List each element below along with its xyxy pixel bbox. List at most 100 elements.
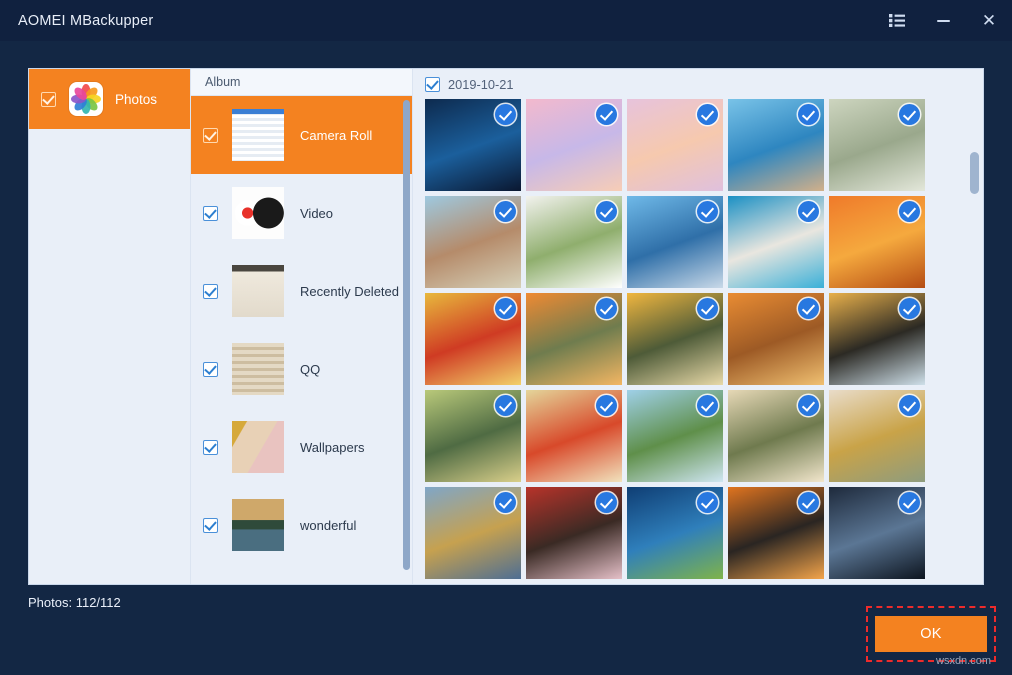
album-item[interactable]: Recently Deleted	[191, 252, 412, 330]
check-icon[interactable]	[495, 201, 516, 222]
photo-thumbnail[interactable]	[425, 99, 521, 191]
title-bar: AOMEI MBackupper ✕	[0, 0, 1012, 41]
photo-thumbnail[interactable]	[728, 390, 824, 482]
photo-thumbnail[interactable]	[627, 196, 723, 288]
photo-grid-panel: 2019-10-21	[413, 69, 983, 584]
check-icon[interactable]	[697, 492, 718, 513]
list-icon-glyph	[889, 14, 905, 27]
photo-thumbnail[interactable]	[829, 196, 925, 288]
check-icon[interactable]	[697, 298, 718, 319]
check-icon[interactable]	[697, 201, 718, 222]
photo-thumbnail[interactable]	[829, 487, 925, 579]
check-icon[interactable]	[697, 395, 718, 416]
check-icon[interactable]	[899, 201, 920, 222]
album-thumbnail	[232, 421, 284, 473]
album-item[interactable]: wonderful	[191, 486, 412, 564]
photo-thumbnail[interactable]	[526, 390, 622, 482]
photo-thumbnail[interactable]	[728, 99, 824, 191]
status-text: Photos: 112/112	[28, 595, 121, 610]
date-group-checkbox[interactable]	[425, 77, 440, 92]
album-thumbnail	[232, 187, 284, 239]
photo-thumbnail[interactable]	[829, 390, 925, 482]
minimize-button[interactable]	[920, 0, 966, 41]
album-thumbnail	[232, 265, 284, 317]
check-icon[interactable]	[899, 492, 920, 513]
list-icon[interactable]	[874, 0, 920, 41]
close-button[interactable]: ✕	[966, 0, 1012, 41]
photo-thumbnail[interactable]	[728, 487, 824, 579]
main-panel: Photos Album Camera Roll Video Recently De…	[28, 68, 984, 585]
photo-thumbnail[interactable]	[627, 293, 723, 385]
album-item-label: QQ	[300, 362, 320, 377]
close-icon: ✕	[982, 12, 996, 29]
photo-thumbnail[interactable]	[526, 487, 622, 579]
check-icon[interactable]	[596, 395, 617, 416]
check-icon[interactable]	[697, 104, 718, 125]
check-icon[interactable]	[596, 104, 617, 125]
photo-thumbnail[interactable]	[425, 390, 521, 482]
album-item-label: wonderful	[300, 518, 356, 533]
photo-thumbnail[interactable]	[627, 99, 723, 191]
photo-thumbnail[interactable]	[728, 196, 824, 288]
album-header: Album	[191, 69, 412, 96]
photo-thumbnail[interactable]	[526, 293, 622, 385]
album-thumbnail	[232, 343, 284, 395]
minimize-icon	[937, 20, 950, 22]
album-item[interactable]: QQ	[191, 330, 412, 408]
album-checkbox[interactable]	[203, 518, 218, 533]
check-icon[interactable]	[596, 298, 617, 319]
check-icon[interactable]	[899, 104, 920, 125]
check-icon[interactable]	[798, 201, 819, 222]
photos-app-icon	[69, 82, 103, 116]
photo-grid-scrollbar[interactable]	[970, 152, 979, 194]
app-window: AOMEI MBackupper ✕	[0, 0, 1012, 675]
album-item-label: Video	[300, 206, 333, 221]
watermark: wsxdn.com	[936, 655, 991, 667]
check-icon[interactable]	[798, 492, 819, 513]
photo-thumbnail[interactable]	[425, 293, 521, 385]
photo-thumbnail[interactable]	[627, 390, 723, 482]
check-icon[interactable]	[596, 201, 617, 222]
album-item-label: Camera Roll	[300, 128, 372, 143]
ok-button-highlight: OK	[866, 606, 996, 662]
check-icon[interactable]	[798, 395, 819, 416]
photo-thumbnail[interactable]	[627, 487, 723, 579]
check-icon[interactable]	[798, 104, 819, 125]
check-icon[interactable]	[798, 298, 819, 319]
check-icon[interactable]	[495, 298, 516, 319]
photo-thumbnail[interactable]	[526, 99, 622, 191]
album-item-label: Recently Deleted	[300, 284, 399, 299]
photo-thumbnail[interactable]	[728, 293, 824, 385]
album-panel: Album Camera Roll Video Recently Deleted QQ…	[191, 69, 413, 584]
window-controls: ✕	[874, 0, 1012, 41]
ok-button[interactable]: OK	[875, 616, 987, 652]
album-checkbox[interactable]	[203, 440, 218, 455]
check-icon[interactable]	[495, 492, 516, 513]
source-checkbox[interactable]	[41, 92, 56, 107]
date-group-header[interactable]: 2019-10-21	[413, 69, 983, 99]
source-item-photos[interactable]: Photos	[29, 69, 190, 129]
album-item-label: Wallpapers	[300, 440, 365, 455]
album-thumbnail	[232, 109, 284, 161]
check-icon[interactable]	[495, 395, 516, 416]
album-checkbox[interactable]	[203, 206, 218, 221]
photo-thumbnail[interactable]	[526, 196, 622, 288]
album-checkbox[interactable]	[203, 128, 218, 143]
album-item[interactable]: Wallpapers	[191, 408, 412, 486]
photo-thumbnail[interactable]	[425, 196, 521, 288]
check-icon[interactable]	[596, 492, 617, 513]
photo-thumbnail[interactable]	[829, 99, 925, 191]
check-icon[interactable]	[899, 298, 920, 319]
photo-thumbnail[interactable]	[425, 487, 521, 579]
album-list: Camera Roll Video Recently Deleted QQ Wallpa…	[191, 96, 412, 584]
album-item[interactable]: Camera Roll	[191, 96, 412, 174]
photo-thumbnail-grid	[413, 99, 983, 579]
photo-thumbnail[interactable]	[829, 293, 925, 385]
album-checkbox[interactable]	[203, 362, 218, 377]
check-icon[interactable]	[495, 104, 516, 125]
check-icon[interactable]	[899, 395, 920, 416]
date-group-label: 2019-10-21	[448, 77, 513, 92]
album-item[interactable]: Video	[191, 174, 412, 252]
album-checkbox[interactable]	[203, 284, 218, 299]
album-scrollbar[interactable]	[403, 100, 410, 570]
